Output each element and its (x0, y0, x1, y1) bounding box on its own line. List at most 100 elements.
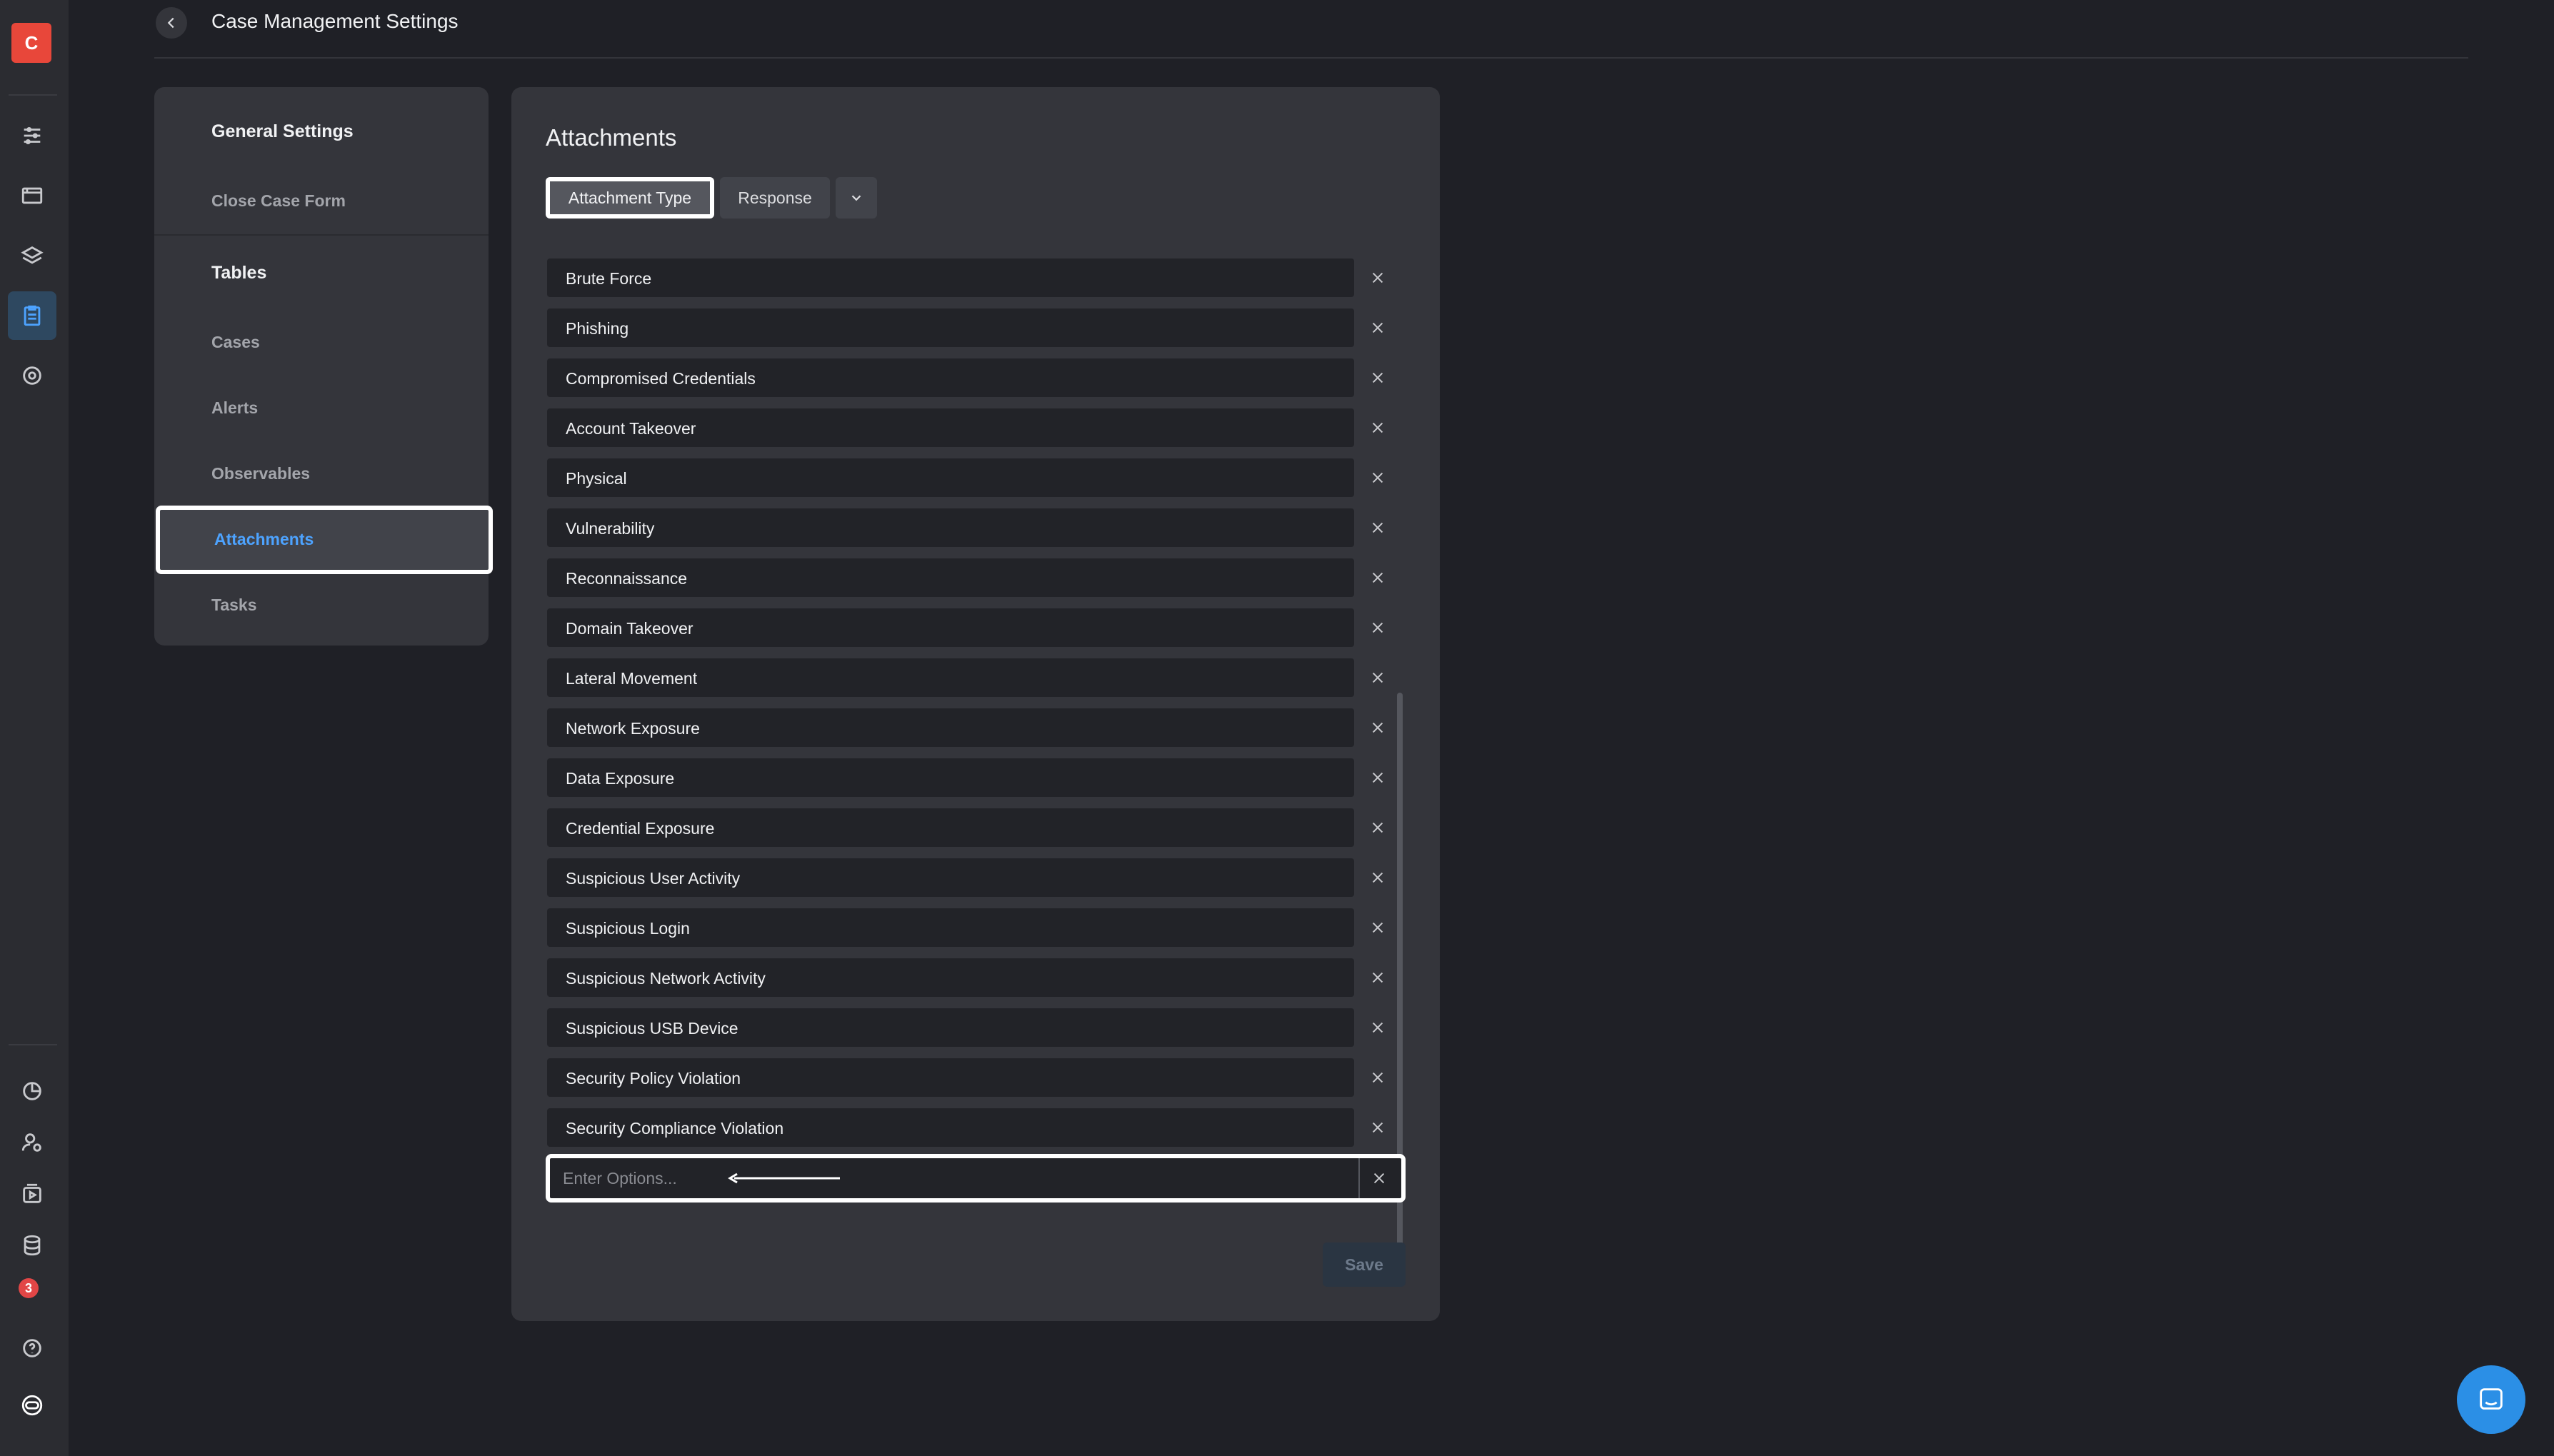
close-icon (1372, 772, 1383, 783)
org-logo[interactable]: C (11, 23, 51, 63)
left-sidebar: C 3 (0, 0, 69, 1456)
nav-item-label: Attachments (214, 530, 314, 548)
video-icon[interactable] (8, 1170, 56, 1218)
close-icon (1372, 672, 1383, 683)
clipboard-cases-icon[interactable] (8, 291, 56, 340)
option-label: Suspicious Network Activity (566, 969, 766, 988)
user-settings-icon[interactable] (8, 1118, 56, 1167)
remove-option-button[interactable] (1366, 815, 1390, 840)
bot-avatar-icon[interactable] (8, 1381, 56, 1430)
option-row[interactable]: Compromised Credentials (547, 358, 1354, 397)
close-icon (1372, 622, 1383, 633)
attachments-panel: Attachments Attachment Type Response Bru… (511, 87, 1440, 1321)
close-icon (1372, 422, 1383, 433)
nav-item-cases[interactable]: Cases (211, 333, 260, 352)
settings-nav: General Settings Close Case Form Tables … (154, 87, 493, 646)
option-label: Suspicious USB Device (566, 1019, 738, 1038)
dashboard-sliders-icon[interactable] (8, 111, 56, 160)
new-option-input[interactable] (563, 1164, 1348, 1193)
option-row[interactable]: Account Takeover (547, 408, 1354, 447)
new-option-field[interactable] (546, 1154, 1406, 1203)
close-icon (1372, 872, 1383, 883)
option-label: Domain Takeover (566, 619, 693, 638)
remove-option-button[interactable] (1366, 1065, 1390, 1090)
option-label: Vulnerability (566, 519, 655, 538)
remove-option-button[interactable] (1366, 1015, 1390, 1040)
close-icon (1372, 322, 1383, 333)
option-row[interactable]: Credential Exposure (547, 808, 1354, 847)
option-label: Suspicious Login (566, 919, 690, 938)
save-button[interactable]: Save (1323, 1242, 1406, 1287)
option-label: Security Policy Violation (566, 1069, 741, 1088)
remove-option-button[interactable] (1366, 616, 1390, 640)
remove-option-button[interactable] (1366, 915, 1390, 940)
option-row[interactable]: Brute Force (547, 258, 1354, 297)
remove-option-button[interactable] (1366, 466, 1390, 490)
nav-item-close-case-form[interactable]: Close Case Form (211, 191, 346, 211)
option-row[interactable]: Reconnaissance (547, 558, 1354, 597)
target-icon[interactable] (8, 351, 56, 400)
option-row[interactable]: Security Policy Violation (547, 1058, 1354, 1097)
header-divider (154, 57, 2468, 59)
option-row[interactable]: Suspicious User Activity (547, 858, 1354, 897)
option-label: Compromised Credentials (566, 369, 756, 388)
arrow-annotation (728, 1173, 840, 1184)
option-row[interactable]: Vulnerability (547, 508, 1354, 547)
close-icon (1372, 822, 1383, 833)
option-row[interactable]: Network Exposure (547, 708, 1354, 747)
nav-heading-tables: Tables (211, 263, 267, 283)
close-icon (1372, 572, 1383, 583)
remove-option-button[interactable] (1366, 416, 1390, 440)
remove-option-button[interactable] (1366, 266, 1390, 290)
nav-item-observables[interactable]: Observables (211, 464, 310, 483)
remove-option-button[interactable] (1366, 316, 1390, 340)
remove-option-button[interactable] (1366, 366, 1390, 390)
close-icon (1372, 272, 1383, 283)
tab-label: Attachment Type (568, 188, 692, 207)
close-icon (1372, 1022, 1383, 1033)
page-title: Case Management Settings (211, 10, 459, 32)
option-label: Lateral Movement (566, 669, 698, 688)
tab-attachment-type[interactable]: Attachment Type (546, 177, 714, 219)
close-icon (1372, 472, 1383, 483)
option-row[interactable]: Suspicious USB Device (547, 1008, 1354, 1047)
remove-option-button[interactable] (1366, 765, 1390, 790)
chat-launcher-button[interactable] (2457, 1365, 2525, 1434)
notification-badge[interactable]: 3 (19, 1278, 39, 1298)
help-icon[interactable] (8, 1324, 56, 1372)
option-row[interactable]: Lateral Movement (547, 658, 1354, 697)
remove-option-button[interactable] (1366, 716, 1390, 740)
option-label: Physical (566, 469, 627, 488)
close-icon (1372, 722, 1383, 733)
pie-chart-icon[interactable] (8, 1067, 56, 1115)
remove-option-button[interactable] (1366, 965, 1390, 990)
option-row[interactable]: Security Compliance Violation (547, 1108, 1354, 1147)
nav-divider (154, 234, 489, 236)
layers-icon[interactable] (8, 231, 56, 280)
nav-item-tasks[interactable]: Tasks (211, 596, 257, 615)
option-row[interactable]: Data Exposure (547, 758, 1354, 797)
nav-item-attachments[interactable]: Attachments (156, 506, 493, 574)
database-icon[interactable] (8, 1221, 56, 1270)
remove-option-button[interactable] (1366, 566, 1390, 590)
remove-option-button[interactable] (1366, 516, 1390, 540)
tabs-dropdown-button[interactable] (836, 177, 877, 219)
window-icon[interactable] (8, 171, 56, 220)
option-row[interactable]: Physical (547, 458, 1354, 497)
close-icon (1372, 372, 1383, 383)
option-row[interactable]: Phishing (547, 308, 1354, 347)
option-label: Brute Force (566, 269, 652, 288)
rail-divider (9, 1044, 57, 1045)
remove-option-button[interactable] (1366, 1115, 1390, 1140)
nav-item-alerts[interactable]: Alerts (211, 398, 258, 418)
close-icon (1372, 972, 1383, 983)
option-row[interactable]: Suspicious Login (547, 908, 1354, 947)
clear-option-button[interactable] (1367, 1166, 1391, 1190)
option-row[interactable]: Domain Takeover (547, 608, 1354, 647)
back-button[interactable] (156, 7, 187, 39)
remove-option-button[interactable] (1366, 666, 1390, 690)
tab-response[interactable]: Response (720, 177, 830, 219)
option-label: Network Exposure (566, 719, 700, 738)
remove-option-button[interactable] (1366, 865, 1390, 890)
option-row[interactable]: Suspicious Network Activity (547, 958, 1354, 997)
